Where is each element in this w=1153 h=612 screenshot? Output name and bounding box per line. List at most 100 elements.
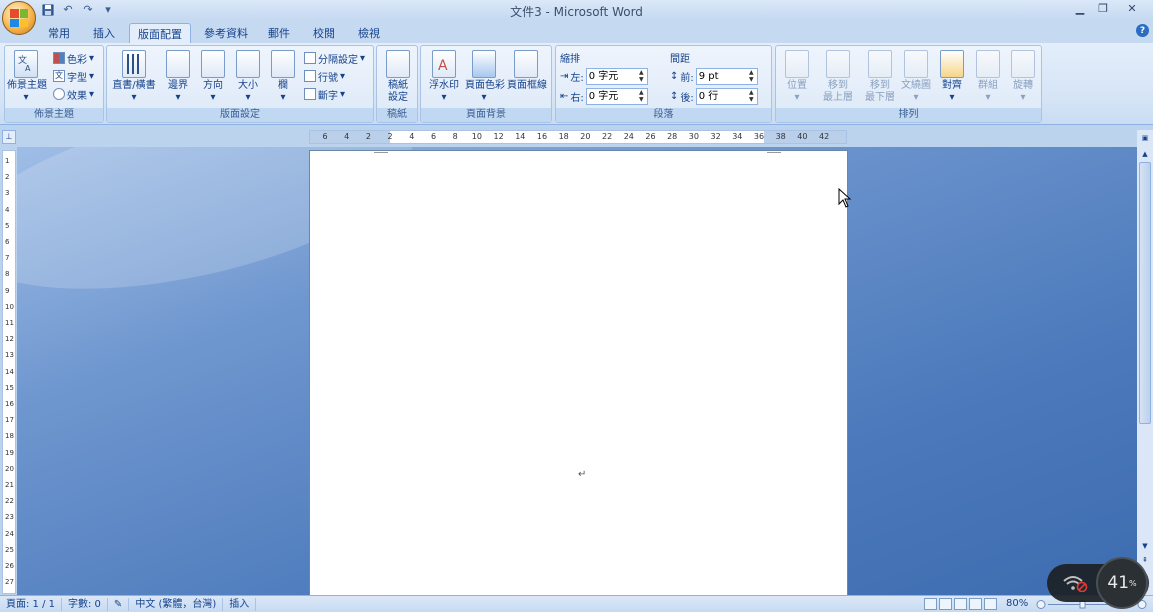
tab-selector-icon[interactable]: ⊥	[2, 130, 16, 144]
group-label-page-background: 頁面背景	[421, 108, 551, 122]
send-to-back-button[interactable]: 移到 最下層	[858, 50, 902, 104]
spacing-before-row: ↕ 前: 9 pt ▲ ▼	[670, 68, 758, 85]
scroll-up-icon[interactable]: ▲	[1139, 148, 1151, 160]
spinner-arrows-icon[interactable]: ▲ ▼	[747, 89, 756, 104]
orientation-icon	[201, 50, 225, 78]
tab-references[interactable]: 參考資料	[196, 23, 256, 43]
ruler-tick-label: 18	[558, 132, 569, 141]
position-label: 位置	[787, 80, 807, 91]
spinner-arrows-icon[interactable]: ▲ ▼	[637, 69, 646, 84]
ruler-tick-label: 16	[536, 132, 548, 141]
ruler-tick-label: 8	[5, 270, 10, 279]
group-page-setup: 直書/橫書 ▾ 邊界 ▾ 方向 ▾ 大小 ▾ 欄 ▾ 分隔設定 ▾ 行號 ▾ 斷…	[106, 45, 374, 123]
watermark-button[interactable]: A 浮水印 ▾	[425, 50, 463, 104]
manuscript-settings-button[interactable]: 稿紙 設定	[379, 50, 417, 104]
group-objects-button[interactable]: 群組 ▾	[969, 50, 1007, 104]
ruler-tick-label: 32	[710, 132, 721, 141]
group-arrange: 位置 ▾ 移到 最上層 移到 最下層 文繞圖 ▾ 對齊 ▾ 群組 ▾ 旋轉 ▾ …	[775, 45, 1042, 123]
tab-view[interactable]: 檢視	[350, 23, 388, 43]
position-button[interactable]: 位置 ▾	[778, 50, 816, 104]
insert-mode[interactable]: 插入	[223, 597, 257, 611]
vertical-ruler[interactable]: 1 2 3 4 5 6 7 8 9 10 11 12 13 14 15 16 17 18 19 20 21 22 23 24 2…	[2, 150, 16, 594]
margins-button[interactable]: 邊界 ▾	[159, 50, 197, 104]
outline-icon[interactable]	[969, 598, 982, 610]
hyphenation-button[interactable]: 斷字 ▾	[304, 86, 345, 102]
orientation-button[interactable]: 方向 ▾	[194, 50, 232, 104]
ruler-tick-label: 3	[5, 189, 10, 198]
battery-value: 41	[1107, 573, 1130, 593]
dropdown-arrow-icon: ▾	[441, 92, 447, 103]
help-icon[interactable]: ?	[1136, 24, 1149, 37]
watermark-icon: A	[432, 50, 456, 78]
office-button[interactable]	[2, 1, 36, 35]
rotate-button[interactable]: 旋轉 ▾	[1004, 50, 1042, 104]
document-page[interactable]: ↵	[309, 150, 848, 596]
page-borders-button[interactable]: 頁面框線	[507, 50, 547, 92]
horizontal-ruler[interactable]: 6 4 2 2 4 6 8 10 12 14 16 18 20 22 24 26 28 30 32 34 36 38 40 4…	[309, 130, 847, 144]
page-count[interactable]: 頁面: 1 / 1	[0, 597, 62, 611]
ruler-tick-label: 12	[5, 335, 14, 344]
scroll-down-icon[interactable]: ▼	[1139, 540, 1151, 552]
draft-icon[interactable]	[984, 598, 997, 610]
text-wrap-button[interactable]: 文繞圖 ▾	[897, 50, 935, 104]
tab-page-layout[interactable]: 版面配置	[129, 23, 191, 43]
breaks-button[interactable]: 分隔設定 ▾	[304, 50, 365, 66]
indent-right-value: 0 字元	[588, 91, 619, 102]
spinner-arrows-icon[interactable]: ▲ ▼	[747, 69, 756, 84]
mouse-cursor-icon	[838, 188, 852, 208]
theme-colors-button[interactable]: 色彩 ▾	[53, 50, 94, 66]
theme-effects-button[interactable]: 效果 ▾	[53, 86, 94, 102]
full-screen-reading-icon[interactable]	[939, 598, 952, 610]
group-page-background: A 浮水印 ▾ 頁面色彩 ▾ 頁面框線 頁面背景	[420, 45, 552, 123]
align-button[interactable]: 對齊 ▾	[933, 50, 971, 104]
ruler-tick-label: 2	[365, 132, 371, 141]
align-label: 對齊	[942, 80, 962, 91]
ruler-toggle-icon[interactable]: ▣	[1139, 132, 1151, 144]
indent-left-icon: ⇥	[560, 71, 569, 82]
text-direction-button[interactable]: 直書/橫書 ▾	[109, 50, 159, 104]
indent-left-value: 0 字元	[588, 71, 619, 82]
dropdown-arrow-icon: ▾	[89, 88, 95, 100]
spinner-arrows-icon[interactable]: ▲ ▼	[637, 89, 646, 104]
indent-left-input[interactable]: 0 字元 ▲ ▼	[585, 68, 648, 85]
tab-home[interactable]: 常用	[40, 23, 78, 43]
spacing-after-value: 0 行	[698, 91, 719, 102]
ruler-tick-label: 23	[5, 513, 14, 522]
print-layout-icon[interactable]	[924, 598, 937, 610]
scroll-thumb[interactable]	[1139, 162, 1151, 424]
ruler-tick-label: 25	[5, 545, 14, 554]
dropdown-arrow-icon: ▾	[23, 92, 29, 103]
group-label-manuscript: 稿紙	[377, 108, 417, 122]
indent-right-input[interactable]: 0 字元 ▲ ▼	[585, 88, 648, 105]
minimize-icon[interactable]: ▁	[1069, 0, 1091, 16]
web-layout-icon[interactable]	[954, 598, 967, 610]
tab-review[interactable]: 校閱	[305, 23, 343, 43]
bring-to-front-button[interactable]: 移到 最上層	[816, 50, 860, 104]
ruler-tick-label: 16	[5, 400, 14, 408]
svg-text:A: A	[25, 64, 31, 73]
tab-mailings[interactable]: 郵件	[260, 23, 298, 43]
theme-fonts-button[interactable]: 文 字型 ▾	[53, 68, 94, 84]
spacing-before-input[interactable]: 9 pt ▲ ▼	[695, 68, 758, 85]
text-wrap-label: 文繞圖	[901, 80, 931, 91]
ruler-tick-label: 42	[819, 132, 830, 141]
language-indicator[interactable]: 中文 (繁體，台灣)	[129, 597, 224, 611]
word-count[interactable]: 字數: 0	[62, 597, 108, 611]
page-color-button[interactable]: 頁面色彩 ▾	[465, 50, 505, 104]
zoom-level[interactable]: 80%	[1006, 598, 1028, 609]
effects-icon	[53, 88, 65, 100]
restore-icon[interactable]: ❐	[1092, 0, 1114, 16]
columns-button[interactable]: 欄 ▾	[264, 50, 302, 104]
dropdown-arrow-icon: ▾	[949, 92, 955, 103]
spacing-after-input[interactable]: 0 行 ▲ ▼	[695, 88, 758, 105]
bring-front-label-1: 移到	[828, 80, 848, 91]
ruler-tick-label: 4	[344, 132, 350, 141]
close-icon[interactable]: ✕	[1115, 0, 1149, 16]
tab-insert[interactable]: 插入	[85, 23, 123, 43]
ruler-tick-label: 4	[5, 205, 10, 214]
line-numbers-button[interactable]: 行號 ▾	[304, 68, 345, 84]
size-button[interactable]: 大小 ▾	[229, 50, 267, 104]
proofing-icon[interactable]: ✎	[108, 597, 130, 611]
themes-button[interactable]: 文A 佈景主題 ▾	[7, 50, 47, 104]
breaks-icon	[304, 52, 316, 64]
